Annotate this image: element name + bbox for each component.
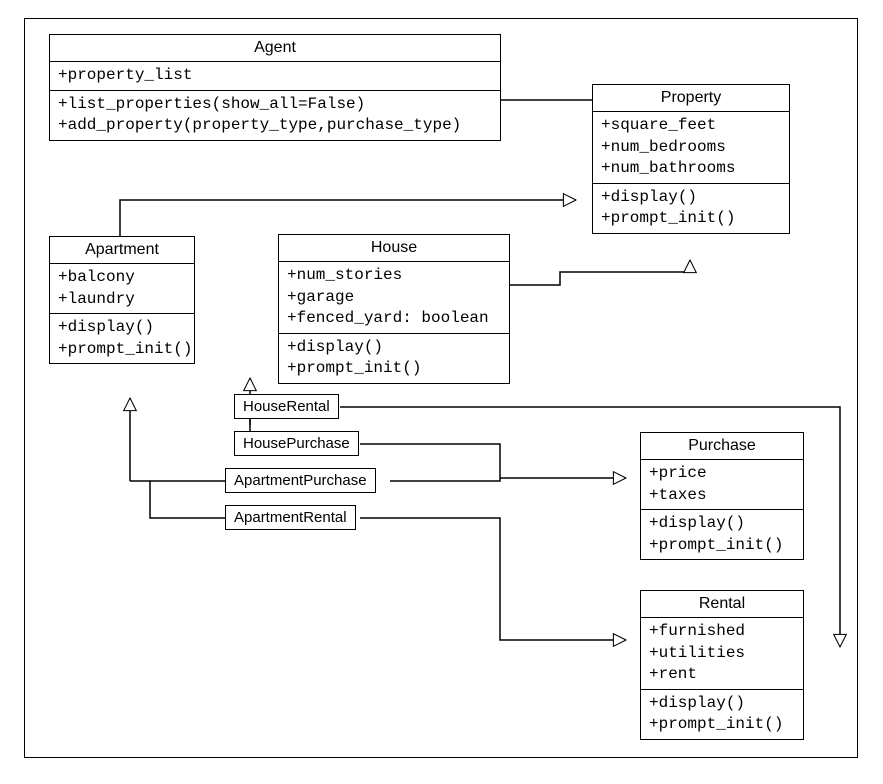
class-methods: +display() +prompt_init() xyxy=(641,690,803,739)
class-house: House +num_stories +garage +fenced_yard:… xyxy=(278,234,510,384)
class-title: Apartment xyxy=(50,237,194,264)
class-apartment-purchase: ApartmentPurchase xyxy=(225,468,376,493)
class-title: House xyxy=(279,235,509,262)
class-title: Purchase xyxy=(641,433,803,460)
class-methods: +display() +prompt_init() xyxy=(50,314,194,363)
class-attrs: +num_stories +garage +fenced_yard: boole… xyxy=(279,262,509,334)
class-attrs: +square_feet +num_bedrooms +num_bathroom… xyxy=(593,112,789,184)
class-property: Property +square_feet +num_bedrooms +num… xyxy=(592,84,790,234)
class-title: Property xyxy=(593,85,789,112)
class-agent: Agent +property_list +list_properties(sh… xyxy=(49,34,501,141)
class-methods: +display() +prompt_init() xyxy=(641,510,803,559)
class-purchase: Purchase +price +taxes +display() +promp… xyxy=(640,432,804,560)
class-methods: +display() +prompt_init() xyxy=(593,184,789,233)
class-house-purchase: HousePurchase xyxy=(234,431,359,456)
uml-diagram: { "classes": { "agent": { "name": "Agent… xyxy=(0,0,883,784)
class-apartment: Apartment +balcony +laundry +display() +… xyxy=(49,236,195,364)
class-attrs: +furnished +utilities +rent xyxy=(641,618,803,690)
class-methods: +list_properties(show_all=False) +add_pr… xyxy=(50,91,500,140)
class-title: Agent xyxy=(50,35,500,62)
class-title: Rental xyxy=(641,591,803,618)
class-methods: +display() +prompt_init() xyxy=(279,334,509,383)
class-attrs: +balcony +laundry xyxy=(50,264,194,314)
class-attrs: +property_list xyxy=(50,62,500,91)
class-attrs: +price +taxes xyxy=(641,460,803,510)
class-house-rental: HouseRental xyxy=(234,394,339,419)
class-apartment-rental: ApartmentRental xyxy=(225,505,356,530)
class-rental: Rental +furnished +utilities +rent +disp… xyxy=(640,590,804,740)
